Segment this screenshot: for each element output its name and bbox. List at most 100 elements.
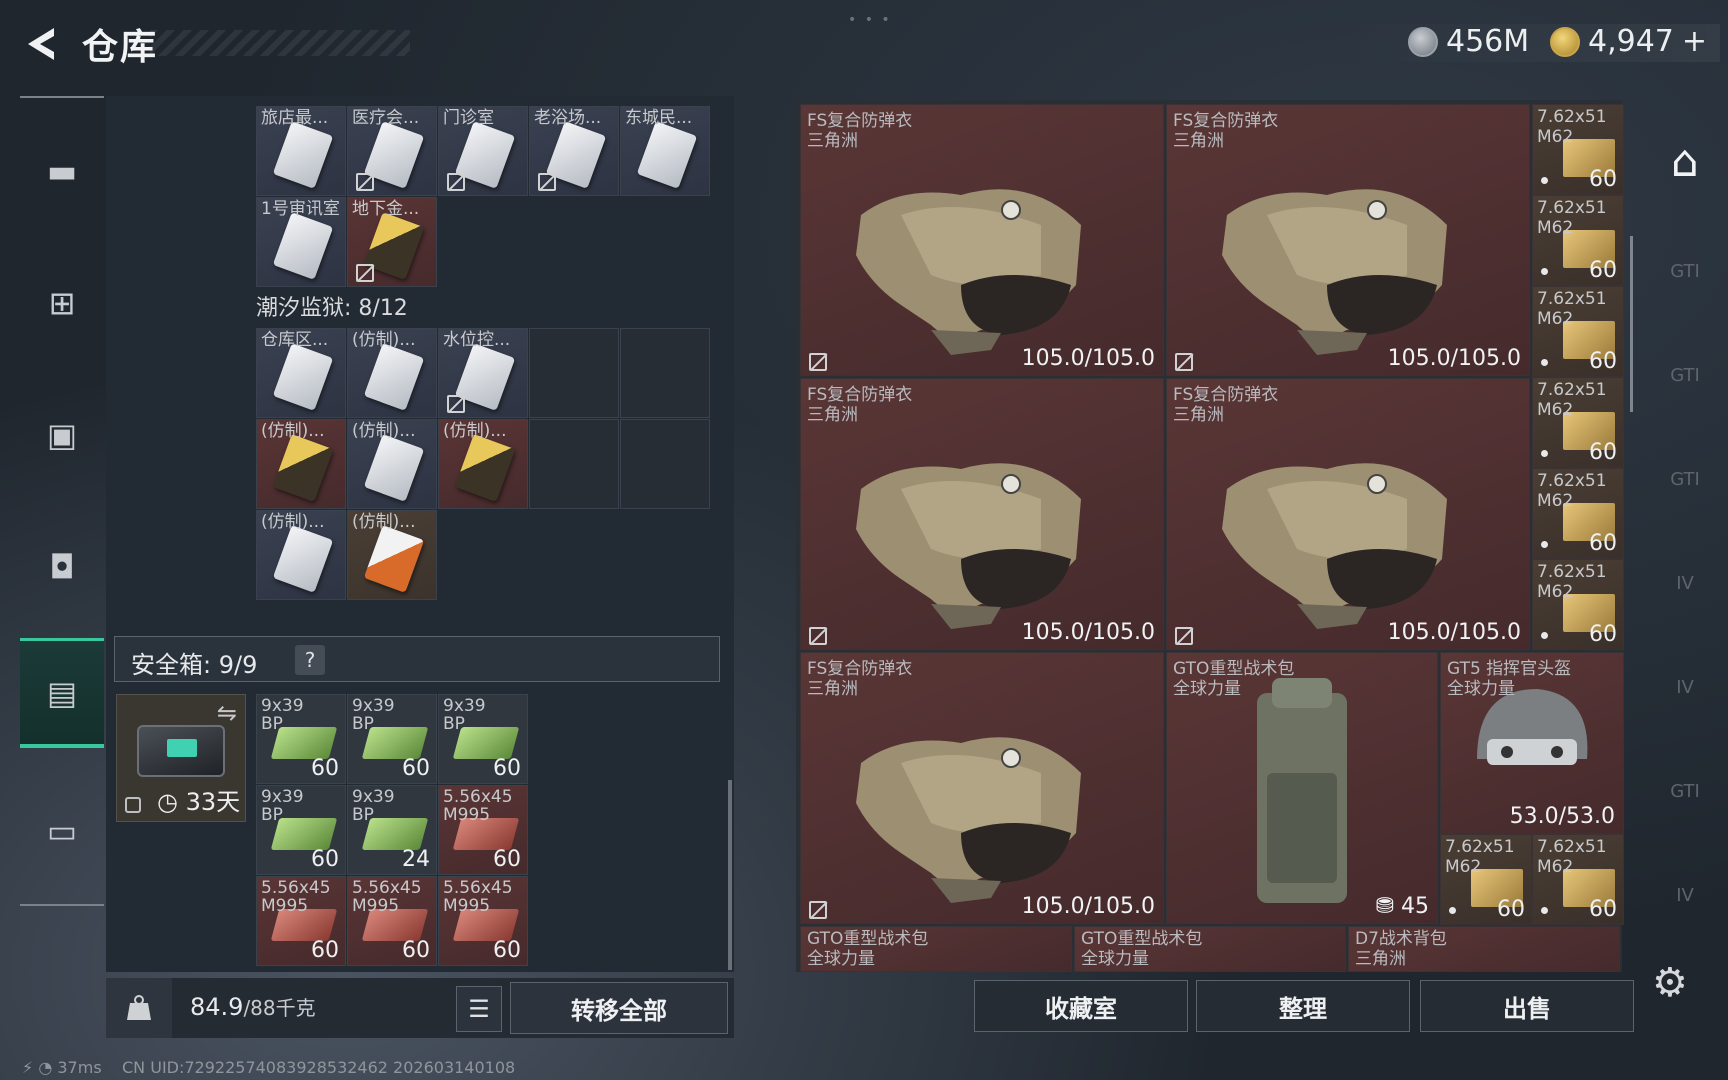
stash-tab[interactable]: IV bbox=[1650, 652, 1720, 722]
stash-scrollbar[interactable] bbox=[1630, 236, 1633, 412]
key-card-slot[interactable]: 旅店最... bbox=[256, 106, 346, 196]
ammo-slot[interactable]: 5.56x45 M995 60 bbox=[438, 876, 528, 966]
help-icon[interactable]: ? bbox=[295, 645, 325, 675]
ammo-slot[interactable]: 7.62x51 M62 60 bbox=[1440, 834, 1532, 925]
ammo-slot[interactable]: 5.56x45 M995 60 bbox=[438, 785, 528, 875]
key-label: (仿制)... bbox=[352, 512, 416, 532]
stash-tab[interactable]: GTI bbox=[1650, 236, 1720, 306]
key-card-slot[interactable]: (仿制)... bbox=[347, 510, 437, 600]
item-brand: 全球力量 bbox=[1081, 949, 1149, 969]
collection-room-button[interactable]: 收藏室 bbox=[974, 980, 1188, 1032]
sell-button[interactable]: 出售 bbox=[1420, 980, 1634, 1032]
key-card-slot[interactable]: 医疗会... bbox=[347, 106, 437, 196]
swap-icon[interactable]: ⇋ bbox=[217, 699, 237, 727]
gold-amount: 4,947 bbox=[1588, 24, 1674, 59]
nav-armor[interactable]: ⊞ bbox=[20, 248, 104, 358]
ammo-type: M62 bbox=[1537, 857, 1574, 877]
ammo-slot[interactable]: 9x39 BP 60 bbox=[438, 694, 528, 784]
nav-bag[interactable]: ◘ bbox=[20, 512, 104, 622]
stash-home-icon[interactable]: ⌂ bbox=[1650, 126, 1720, 196]
key-label: (仿制)... bbox=[261, 421, 325, 441]
ammo-slot[interactable]: 7.62x51 M62 60 bbox=[1532, 104, 1624, 195]
armor-slot[interactable]: FS复合防弹衣 三角洲 105.0/105.0 bbox=[800, 378, 1164, 650]
key-card-slot[interactable]: 水位控... bbox=[438, 328, 528, 418]
backpack-slot[interactable]: GTO重型战术包 全球力量 ⛃ 45 bbox=[1166, 652, 1438, 924]
key-card-slot[interactable]: 仓库区... bbox=[256, 328, 346, 418]
empty-slot[interactable] bbox=[620, 419, 710, 509]
stash-tab[interactable]: IV bbox=[1650, 860, 1720, 930]
unbound-icon bbox=[447, 395, 465, 413]
sort-button[interactable]: 整理 bbox=[1196, 980, 1410, 1032]
keycard-icon bbox=[363, 525, 425, 593]
keycard-icon bbox=[363, 343, 425, 411]
ammo-slot[interactable]: 9x39 BP 60 bbox=[256, 785, 346, 875]
unbound-icon bbox=[809, 901, 827, 919]
ammo-slot[interactable]: 7.62x51 M62 60 bbox=[1532, 559, 1624, 650]
transfer-all-button[interactable]: 转移全部 bbox=[510, 982, 728, 1034]
key-card-slot[interactable]: 门诊室 bbox=[438, 106, 528, 196]
safebox-slot[interactable]: ⇋ ◷ 33天 bbox=[116, 694, 246, 822]
ammo-slot[interactable]: 7.62x51 M62 60 bbox=[1532, 377, 1624, 468]
ammo-slot[interactable]: 9x39 BP 24 bbox=[347, 785, 437, 875]
settings-gear-icon[interactable]: ⚙ bbox=[1652, 960, 1688, 1006]
stash-tab[interactable]: GTI bbox=[1650, 756, 1720, 826]
nav-weapons[interactable]: ▬ bbox=[20, 116, 104, 226]
key-card-slot[interactable]: (仿制)... bbox=[347, 328, 437, 418]
key-card-slot[interactable]: 东城民... bbox=[620, 106, 710, 196]
key-label: (仿制)... bbox=[352, 330, 416, 350]
ammo-slot[interactable]: 7.62x51 M62 60 bbox=[1532, 468, 1624, 559]
silver-currency: 456M bbox=[1408, 24, 1529, 59]
armor-slot[interactable]: FS复合防弹衣 三角洲 105.0/105.0 bbox=[800, 652, 1164, 924]
ammo-slot[interactable]: 7.62x51 M62 60 bbox=[1532, 195, 1624, 286]
key-card-slot[interactable]: (仿制)... bbox=[438, 419, 528, 509]
item-name: GTO重型战术包 bbox=[1081, 929, 1203, 949]
key-label: 老浴场... bbox=[534, 108, 602, 128]
nav-backpack[interactable]: ▣ bbox=[20, 380, 104, 490]
stash-tab[interactable]: GTI bbox=[1650, 444, 1720, 514]
nav-briefcase[interactable]: ▭ bbox=[20, 776, 104, 886]
list-view-button[interactable]: ☰ bbox=[456, 986, 502, 1032]
armor-slot[interactable]: FS复合防弹衣 三角洲 105.0/105.0 bbox=[800, 104, 1164, 376]
vest-icon: ⊞ bbox=[48, 284, 76, 322]
status-dot bbox=[1541, 450, 1548, 457]
silver-amount: 456M bbox=[1446, 24, 1530, 59]
warehouse-scrollbar[interactable] bbox=[728, 780, 732, 970]
ammo-slot[interactable]: 7.62x51 M62 60 bbox=[1532, 286, 1624, 377]
stash-tab-label: GTI bbox=[1670, 780, 1700, 802]
briefcase-icon: ▭ bbox=[46, 812, 78, 850]
add-currency-icon[interactable]: + bbox=[1682, 24, 1707, 59]
ammo-slot[interactable]: 7.62x51 M62 60 bbox=[1532, 834, 1624, 925]
ammo-slot[interactable]: 9x39 BP 60 bbox=[347, 694, 437, 784]
key-card-slot[interactable]: (仿制)... bbox=[347, 419, 437, 509]
ammo-qty: 60 bbox=[311, 756, 339, 781]
weight-capacity: /88千克 bbox=[243, 996, 316, 1020]
empty-slot[interactable] bbox=[620, 328, 710, 418]
stash-slot-partial[interactable]: GTO重型战术包 全球力量 bbox=[1074, 926, 1346, 972]
armor-slot[interactable]: FS复合防弹衣 三角洲 105.0/105.0 bbox=[1166, 104, 1530, 376]
ammo-slot[interactable]: 9x39 BP 60 bbox=[256, 694, 346, 784]
ammo-slot[interactable]: 5.56x45 M995 60 bbox=[347, 876, 437, 966]
stash-slot-partial[interactable]: GTO重型战术包 全球力量 bbox=[800, 926, 1072, 972]
key-card-slot[interactable]: 地下金... bbox=[347, 197, 437, 287]
stash-slot-partial[interactable]: D7战术背包 三角洲 bbox=[1348, 926, 1620, 972]
stash-tab[interactable]: IV bbox=[1650, 548, 1720, 618]
nav-safebox[interactable]: ▤ bbox=[20, 638, 104, 748]
unbound-icon bbox=[447, 173, 465, 191]
ammo-slot[interactable]: 5.56x45 M995 60 bbox=[256, 876, 346, 966]
key-card-slot[interactable]: 老浴场... bbox=[529, 106, 619, 196]
gold-currency[interactable]: 4,947 + bbox=[1550, 24, 1707, 59]
ammo-type: M995 bbox=[352, 896, 400, 916]
key-card-slot[interactable]: (仿制)... bbox=[256, 510, 346, 600]
weight-lock-icon[interactable] bbox=[106, 978, 172, 1038]
helmet-slot[interactable]: GT5 指挥官头盔 全球力量 53.0/53.0 bbox=[1440, 652, 1624, 834]
empty-slot[interactable] bbox=[529, 419, 619, 509]
key-card-slot[interactable]: 1号审讯室 bbox=[256, 197, 346, 287]
back-arrow-icon[interactable] bbox=[20, 22, 60, 66]
ammo-qty: 60 bbox=[493, 938, 521, 963]
ammo-type: M62 bbox=[1537, 400, 1574, 420]
key-label: 旅店最... bbox=[261, 108, 329, 128]
stash-tab[interactable]: GTI bbox=[1650, 340, 1720, 410]
armor-slot[interactable]: FS复合防弹衣 三角洲 105.0/105.0 bbox=[1166, 378, 1530, 650]
key-card-slot[interactable]: (仿制)... bbox=[256, 419, 346, 509]
empty-slot[interactable] bbox=[529, 328, 619, 418]
